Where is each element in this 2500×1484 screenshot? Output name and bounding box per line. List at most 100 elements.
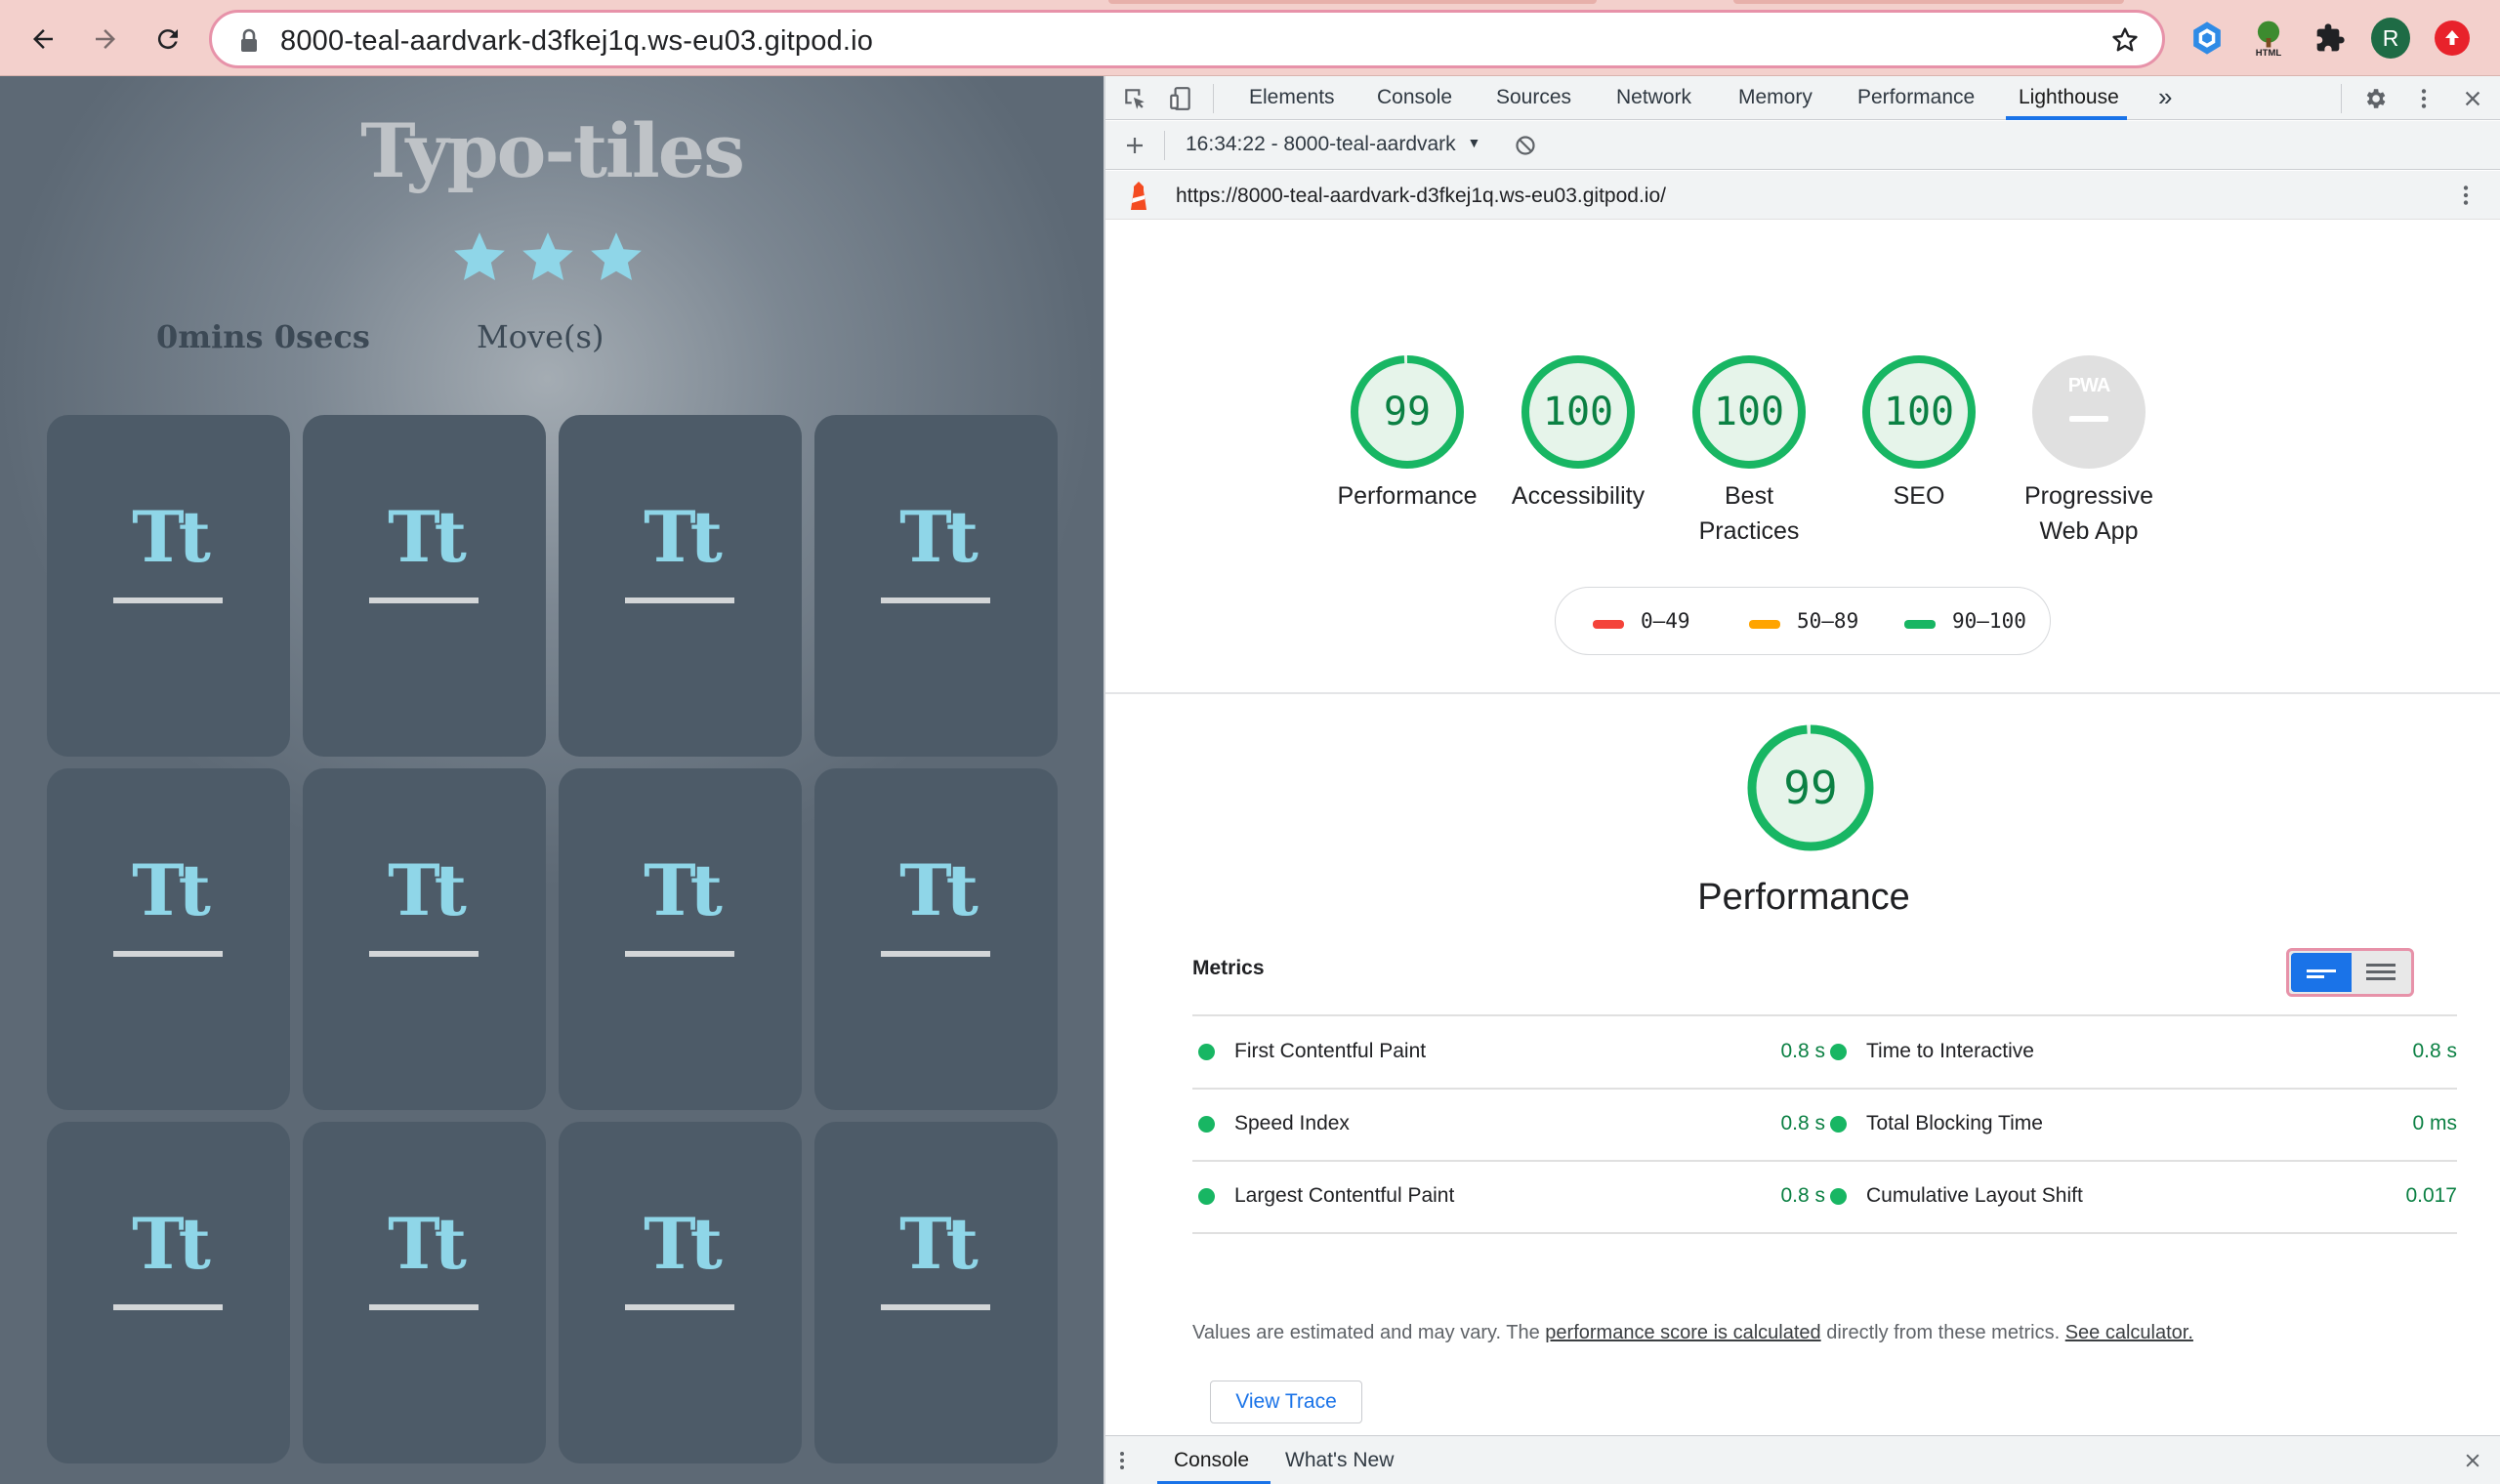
lighthouse-report: 99 Performance 100 Accessibility 100 Best Pra… — [1105, 221, 2500, 1436]
performance-big-gauge[interactable]: 99 — [1746, 723, 1875, 852]
legend-label: 90–100 — [1952, 609, 2026, 633]
pass-indicator-icon — [1830, 1044, 1847, 1060]
devtools-drawer: Console What's New — [1105, 1435, 2500, 1484]
tile-underline — [625, 951, 734, 957]
inspect-element-icon[interactable] — [1120, 84, 1149, 113]
close-drawer-icon[interactable] — [2458, 1446, 2487, 1475]
gauge-label: Best Practices — [1698, 482, 1800, 545]
toggle-compact-view[interactable] — [2291, 953, 2352, 992]
gauge-score: 100 — [1713, 390, 1785, 434]
update-icon[interactable] — [2435, 21, 2470, 56]
gauge-label: Accessibility — [1511, 482, 1646, 510]
tile-glyph: Tt — [388, 848, 467, 931]
extension-hex-icon[interactable] — [2188, 19, 2227, 58]
tile-glyph: Tt — [132, 495, 211, 578]
dropdown-caret-icon: ▼ — [1467, 135, 1481, 150]
see-calculator-link[interactable]: See calculator. — [2065, 1322, 2193, 1343]
clear-reports-icon[interactable] — [1511, 131, 1540, 160]
metric-row: Time to Interactive 0.8 s — [1824, 1016, 2457, 1088]
timer: 0mins 0secs — [156, 318, 370, 355]
legend-label: 0–49 — [1641, 609, 1690, 633]
report-menu-icon[interactable] — [2451, 181, 2480, 210]
kebab-menu-icon[interactable] — [2409, 84, 2438, 113]
forward-icon[interactable] — [84, 18, 127, 61]
new-report-plus-icon[interactable] — [1120, 131, 1149, 160]
settings-gear-icon[interactable] — [2360, 84, 2390, 113]
tile-glyph: Tt — [644, 1202, 723, 1285]
memory-tile[interactable]: Tt — [47, 768, 290, 1110]
memory-tile[interactable]: Tt — [47, 415, 290, 757]
drawer-menu-icon[interactable] — [1107, 1446, 1137, 1475]
drawer-tab-whats-new[interactable]: What's New — [1285, 1449, 1394, 1472]
memory-tile[interactable]: Tt — [303, 415, 546, 757]
game-page: Typo-tiles 0mins 0secs Move(s) Tt Tt Tt Tt T… — [0, 76, 1104, 1484]
tile-underline — [881, 598, 990, 603]
address-bar[interactable]: 8000-teal-aardvark-d3fkej1q.ws-eu03.gitp… — [209, 10, 2165, 68]
device-toolbar-icon[interactable] — [1166, 84, 1195, 113]
back-icon[interactable] — [21, 18, 64, 61]
profile-initial: R — [2382, 24, 2399, 51]
memory-tile[interactable]: Tt — [559, 415, 802, 757]
score-gauge-progressive-web-app[interactable]: PWA — [2030, 353, 2147, 471]
metric-name: Largest Contentful Paint — [1234, 1184, 1455, 1207]
game-title: Typo-tiles — [360, 107, 745, 194]
drawer-tab-console[interactable]: Console — [1174, 1449, 1249, 1472]
tile-glyph: Tt — [388, 1202, 467, 1285]
devtools-tab-sources[interactable]: Sources — [1496, 86, 1571, 109]
memory-tile[interactable]: Tt — [559, 768, 802, 1110]
reload-icon[interactable] — [146, 18, 189, 61]
legend-swatch — [1904, 620, 1936, 629]
address-url[interactable]: 8000-teal-aardvark-d3fkej1q.ws-eu03.gitp… — [280, 25, 873, 58]
tile-underline — [113, 598, 223, 603]
tile-underline — [625, 1304, 734, 1310]
gauge-label: Progressive Web App — [2024, 482, 2153, 545]
memory-tile[interactable]: Tt — [559, 1122, 802, 1463]
score-calc-link[interactable]: performance score is calculated — [1545, 1322, 1820, 1343]
profile-avatar[interactable]: R — [2371, 18, 2410, 59]
metrics-view-toggle[interactable] — [2286, 948, 2414, 997]
lock-icon[interactable] — [239, 28, 259, 59]
report-selector[interactable]: 16:34:22 - 8000-teal-aardvark ▼ — [1186, 133, 1480, 156]
tile-underline — [369, 951, 479, 957]
devtools-tab-memory[interactable]: Memory — [1738, 86, 1812, 109]
toggle-expanded-view[interactable] — [2354, 953, 2410, 992]
devtools-tab-performance[interactable]: Performance — [1857, 86, 1975, 109]
devtools-tab-network[interactable]: Network — [1616, 86, 1691, 109]
metric-row: Speed Index 0.8 s — [1192, 1089, 1825, 1160]
performance-big-score: 99 — [1783, 762, 1838, 814]
bookmark-star-icon[interactable] — [2109, 24, 2141, 61]
memory-tile[interactable]: Tt — [47, 1122, 290, 1463]
devtools-tab-elements[interactable]: Elements — [1249, 86, 1335, 109]
gauge-score: 100 — [1883, 390, 1955, 434]
score-gauge-seo[interactable]: 100 — [1860, 353, 1978, 471]
lighthouse-logo-icon — [1127, 181, 1150, 217]
metric-name: First Contentful Paint — [1234, 1040, 1427, 1062]
more-tabs-button[interactable]: » — [2158, 82, 2172, 112]
memory-tile[interactable]: Tt — [814, 768, 1058, 1110]
pass-indicator-icon — [1198, 1188, 1215, 1205]
view-trace-button[interactable]: View Trace — [1210, 1381, 1362, 1423]
pass-indicator-icon — [1830, 1116, 1847, 1133]
score-gauge-accessibility[interactable]: 100 — [1520, 353, 1637, 471]
legend-swatch — [1593, 620, 1624, 629]
legend-swatch — [1749, 620, 1780, 629]
extensions-puzzle-icon[interactable] — [2311, 19, 2350, 58]
memory-tile[interactable]: Tt — [814, 1122, 1058, 1463]
memory-tile[interactable]: Tt — [303, 768, 546, 1110]
report-url[interactable]: https://8000-teal-aardvark-d3fkej1q.ws-e… — [1176, 185, 1666, 208]
star-icon — [522, 232, 573, 280]
devtools-tab-lighthouse[interactable]: Lighthouse — [2019, 86, 2119, 109]
report-selector-label: 16:34:22 - 8000-teal-aardvark — [1186, 133, 1456, 155]
memory-tile[interactable]: Tt — [303, 1122, 546, 1463]
tab-strip — [0, 0, 2500, 4]
memory-tile[interactable]: Tt — [814, 415, 1058, 757]
close-devtools-icon[interactable] — [2458, 84, 2487, 113]
score-gauge-performance[interactable]: 99 — [1349, 353, 1466, 471]
devtools-tab-console[interactable]: Console — [1377, 86, 1452, 109]
tile-underline — [369, 598, 479, 603]
html-tree-icon[interactable]: HTML — [2249, 19, 2288, 58]
score-gauge-best-practices[interactable]: 100 — [1690, 353, 1808, 471]
tile-underline — [625, 598, 734, 603]
metrics-rule — [1824, 1232, 2457, 1234]
tile-underline — [881, 1304, 990, 1310]
